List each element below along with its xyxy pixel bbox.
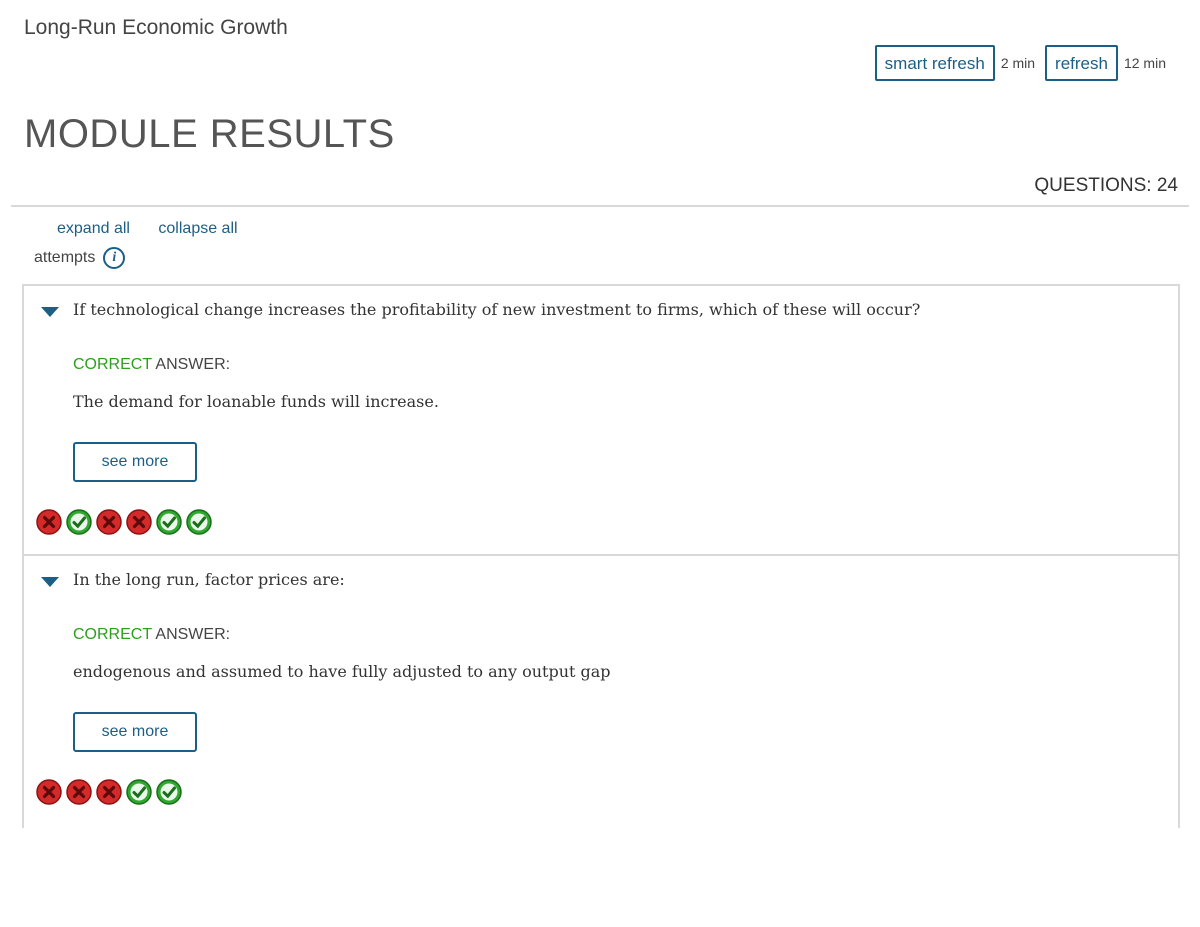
correct-word: CORRECT bbox=[73, 356, 152, 373]
question-text: If technological change increases the pr… bbox=[73, 300, 921, 319]
correct-answer-label: CORRECT ANSWER: bbox=[73, 356, 230, 374]
see-more-button[interactable]: see more bbox=[73, 442, 197, 482]
answer-text: endogenous and assumed to have fully adj… bbox=[73, 662, 611, 681]
list-continuation bbox=[22, 820, 1180, 828]
question-text: In the long run, factor prices are: bbox=[73, 570, 345, 589]
incorrect-attempt-icon bbox=[36, 509, 62, 535]
course-title: Long-Run Economic Growth bbox=[24, 16, 288, 39]
correct-attempt-icon bbox=[126, 779, 152, 805]
see-more-button[interactable]: see more bbox=[73, 712, 197, 752]
correct-attempt-icon bbox=[156, 779, 182, 805]
attempt-history bbox=[35, 508, 215, 536]
collapse-all-link[interactable]: collapse all bbox=[158, 220, 237, 237]
incorrect-attempt-icon bbox=[96, 779, 122, 805]
smart-refresh-button[interactable]: smart refresh bbox=[874, 45, 995, 81]
incorrect-attempt-icon bbox=[126, 509, 152, 535]
answer-word: ANSWER: bbox=[151, 356, 231, 373]
refresh-button[interactable]: refresh bbox=[1045, 45, 1118, 81]
refresh-time: 12 min bbox=[1123, 55, 1166, 71]
answer-word: ANSWER: bbox=[151, 626, 231, 643]
caret-down-icon[interactable] bbox=[41, 577, 59, 587]
incorrect-attempt-icon bbox=[96, 509, 122, 535]
expand-collapse-links: expand all collapse all bbox=[57, 220, 262, 238]
attempt-history bbox=[35, 778, 185, 806]
attempts-legend: attempts i bbox=[34, 247, 126, 269]
page-title: MODULE RESULTS bbox=[24, 112, 395, 156]
correct-word: CORRECT bbox=[73, 626, 152, 643]
incorrect-attempt-icon bbox=[66, 779, 92, 805]
caret-down-icon[interactable] bbox=[41, 307, 59, 317]
info-icon[interactable]: i bbox=[103, 247, 126, 269]
incorrect-attempt-icon bbox=[36, 779, 62, 805]
refresh-bar: smart refresh 2 min refresh 12 min bbox=[874, 45, 1166, 81]
header-divider bbox=[11, 205, 1189, 207]
attempts-label: attempts bbox=[34, 249, 96, 266]
expand-all-link[interactable]: expand all bbox=[57, 220, 130, 237]
results-list: If technological change increases the pr… bbox=[22, 284, 1180, 824]
correct-attempt-icon bbox=[66, 509, 92, 535]
correct-answer-label: CORRECT ANSWER: bbox=[73, 626, 230, 644]
smart-refresh-time: 2 min bbox=[1000, 55, 1036, 71]
question-item: In the long run, factor prices are: CORR… bbox=[24, 556, 1178, 824]
question-item: If technological change increases the pr… bbox=[24, 286, 1178, 556]
answer-text: The demand for loanable funds will incre… bbox=[73, 392, 439, 411]
correct-attempt-icon bbox=[156, 509, 182, 535]
correct-attempt-icon bbox=[186, 509, 212, 535]
questions-count: QUESTIONS: 24 bbox=[1034, 175, 1178, 196]
